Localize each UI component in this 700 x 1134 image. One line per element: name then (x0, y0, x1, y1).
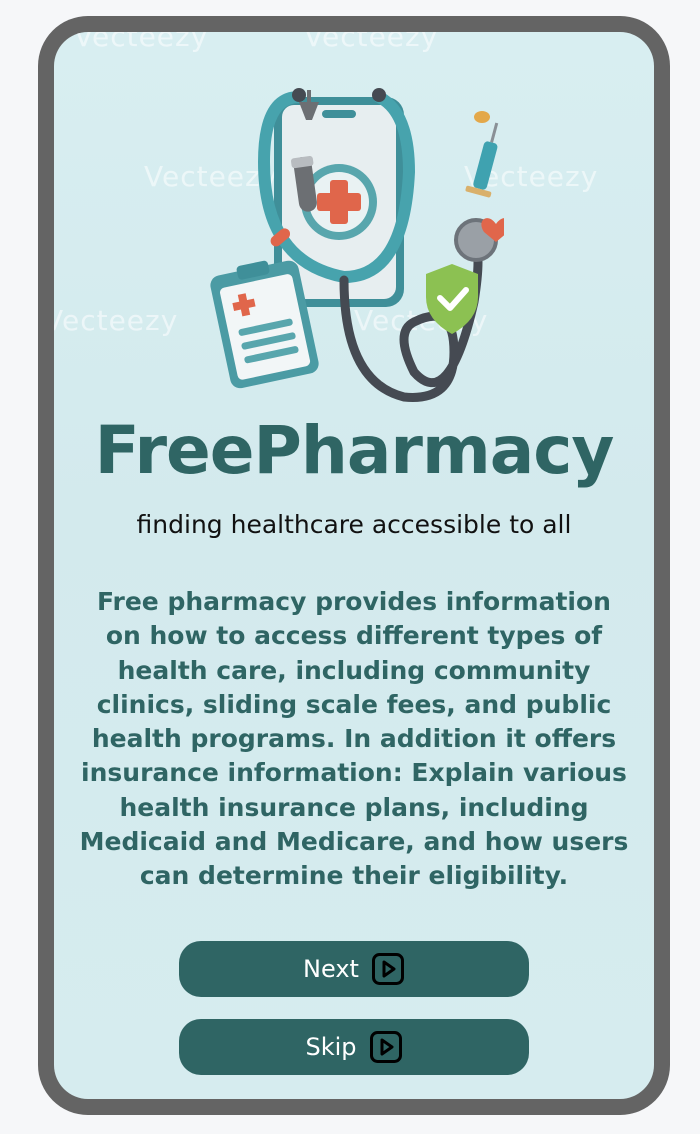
device-frame: Vecteezy Vecteezy Vecteezy Vecteezy Vect… (38, 16, 670, 1115)
next-button[interactable]: Next (179, 941, 529, 997)
next-button-label: Next (303, 955, 359, 983)
syringe-icon (465, 122, 499, 198)
skip-button-label: Skip (305, 1033, 357, 1061)
app-title: FreePharmacy (94, 412, 615, 489)
watermark: Vecteezy (54, 304, 179, 337)
medical-illustration (210, 88, 504, 402)
watermark: Vecteezy (74, 32, 209, 53)
tagline: finding healthcare accessible to all (136, 510, 572, 539)
onboarding-screen: Vecteezy Vecteezy Vecteezy Vecteezy Vect… (54, 32, 654, 1099)
skip-button[interactable]: Skip (179, 1019, 529, 1075)
watermark: Vecteezy (304, 32, 439, 53)
play-square-icon (371, 952, 405, 986)
play-square-icon (369, 1030, 403, 1064)
description-text: Free pharmacy provides information on ho… (79, 587, 629, 891)
